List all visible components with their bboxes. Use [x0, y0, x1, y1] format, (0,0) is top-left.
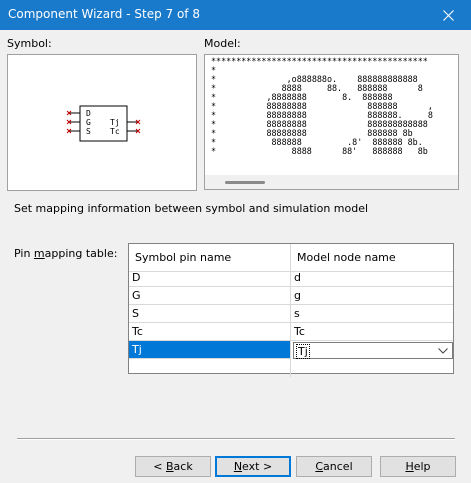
help-button[interactable]: Help [380, 456, 456, 477]
separator [17, 438, 455, 440]
dropdown-value: Tj [296, 344, 310, 359]
pin-label-tc: Tc [110, 127, 120, 136]
model-preview[interactable]: ****************************************… [204, 54, 459, 190]
symbol-pin-cell[interactable]: D [129, 269, 291, 287]
table-row[interactable]: S s [129, 305, 453, 323]
pin-mapping-label: Pin mapping table: [14, 247, 118, 260]
scrollbar-thumb[interactable] [225, 181, 265, 184]
column-header-model-node[interactable]: Model node name [291, 244, 453, 272]
model-node-cell[interactable]: s [291, 305, 453, 323]
next-button[interactable]: Next > [215, 456, 291, 477]
model-text: ****************************************… [211, 56, 433, 156]
table-row-selected[interactable]: Tj Tj [129, 341, 453, 359]
pin-label-d: D [86, 109, 91, 118]
symbol-pin-cell[interactable]: G [129, 287, 291, 305]
pin-label-g: G [86, 118, 91, 127]
instruction-text: Set mapping information between symbol a… [14, 202, 369, 215]
model-node-cell[interactable] [291, 359, 453, 377]
symbol-pin-cell[interactable]: Tj [129, 341, 291, 359]
table-row[interactable]: Tc Tc [129, 323, 453, 341]
symbol-pin-cell[interactable] [129, 359, 291, 377]
model-node-dropdown[interactable]: Tj [293, 342, 453, 359]
window-title: Component Wizard - Step 7 of 8 [8, 7, 200, 21]
symbol-graphic: D G S Tj Tc [66, 105, 141, 142]
table-row[interactable]: G g [129, 287, 453, 305]
table-header: Symbol pin name Model node name [129, 244, 453, 272]
title-bar: Component Wizard - Step 7 of 8 [0, 0, 471, 30]
close-button[interactable] [425, 0, 471, 30]
model-node-cell[interactable]: d [291, 269, 453, 287]
symbol-pin-cell[interactable]: Tc [129, 323, 291, 341]
table-row[interactable]: D d [129, 269, 453, 287]
pin-label-tj: Tj [110, 118, 120, 127]
symbol-label: Symbol: [7, 37, 52, 50]
column-header-symbol-pin[interactable]: Symbol pin name [129, 244, 291, 272]
symbol-preview: D G S Tj Tc [7, 54, 197, 191]
pin-mapping-table[interactable]: Symbol pin name Model node name D d G g … [128, 243, 454, 377]
model-node-cell[interactable]: Tc [291, 323, 453, 341]
table-row-empty[interactable] [129, 359, 453, 377]
pin-label-s: S [86, 127, 91, 136]
cancel-button[interactable]: Cancel [296, 456, 372, 477]
model-label: Model: [204, 37, 241, 50]
model-horizontal-scrollbar[interactable] [205, 175, 458, 189]
close-icon [442, 9, 454, 21]
back-button[interactable]: < Back [135, 456, 211, 477]
symbol-pin-cell[interactable]: S [129, 305, 291, 323]
chevron-down-icon[interactable] [436, 344, 450, 357]
model-node-cell[interactable]: g [291, 287, 453, 305]
